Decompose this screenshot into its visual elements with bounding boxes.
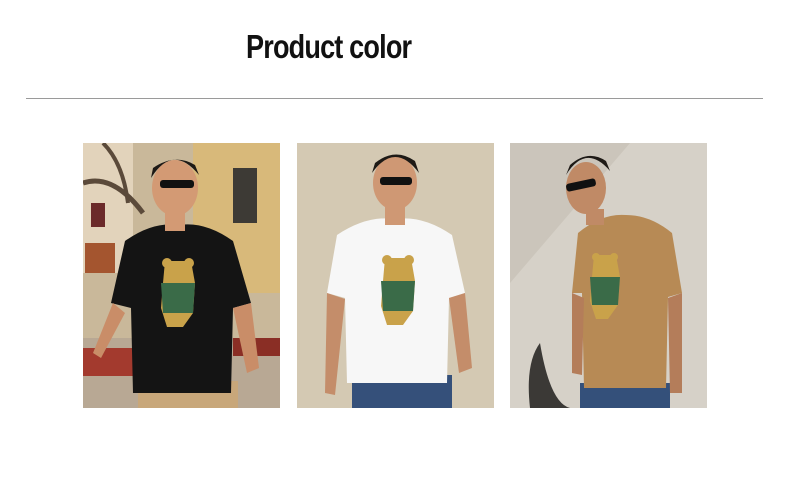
product-photo-white[interactable] [297,143,494,408]
section-title: Product color [246,28,412,65]
product-image-black [83,143,280,408]
product-photo-khaki[interactable] [510,143,707,408]
product-photo-black[interactable] [83,143,280,408]
product-image-white [297,143,494,408]
divider [26,98,763,99]
product-image-khaki [510,143,707,408]
